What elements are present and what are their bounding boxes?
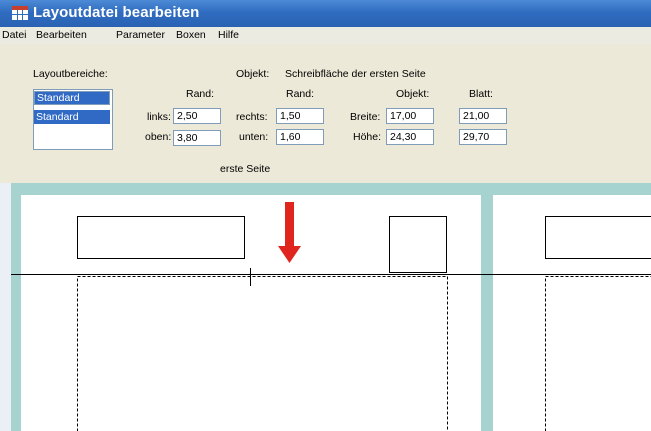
layout-areas-label: Layoutbereiche:: [33, 68, 108, 80]
margin-header-right: Rand:: [286, 88, 315, 100]
writing-area-second-page[interactable]: [545, 276, 651, 431]
layout-area-combo[interactable]: Standard: [34, 91, 110, 105]
menu-datei[interactable]: Datei: [2, 29, 27, 41]
menu-parameter[interactable]: Parameter: [116, 29, 165, 41]
page-overlay: [11, 202, 651, 431]
sheet-width-field[interactable]: 21,00: [459, 108, 507, 124]
width-label: Breite:: [350, 111, 381, 123]
object-header: Objekt:: [396, 88, 430, 100]
top-margin-label: oben:: [145, 131, 172, 143]
object-width-field[interactable]: 17,00: [386, 108, 434, 124]
page-caption: erste Seite: [220, 163, 271, 175]
writing-area-first-page[interactable]: [77, 276, 448, 431]
top-margin-field[interactable]: 3,80: [173, 130, 221, 146]
object-label: Objekt:: [236, 68, 270, 80]
object-name: Schreibfläche der ersten Seite: [285, 68, 426, 80]
layout-area-item[interactable]: Standard: [34, 110, 110, 124]
window-title: Layoutdatei bearbeiten: [33, 4, 200, 21]
right-margin-field[interactable]: 1,50: [276, 108, 324, 124]
header-box-right[interactable]: [389, 216, 447, 273]
sheet-header: Blatt:: [469, 88, 493, 100]
menu-bearbeiten[interactable]: Bearbeiten: [36, 29, 87, 41]
header-box-left[interactable]: [77, 216, 245, 259]
app-window: Layoutdatei bearbeiten Datei Bearbeiten …: [0, 0, 651, 431]
height-label: Höhe:: [353, 131, 382, 143]
left-margin-label: links:: [147, 111, 171, 123]
left-margin-field[interactable]: 2,50: [173, 108, 221, 124]
title-bar[interactable]: Layoutdatei bearbeiten: [0, 0, 651, 27]
menu-bar: Datei Bearbeiten Parameter Boxen Hilfe: [0, 27, 651, 45]
sheet-height-field[interactable]: 29,70: [459, 129, 507, 145]
bottom-margin-field[interactable]: 1,60: [276, 129, 324, 145]
object-height-field[interactable]: 24,30: [386, 129, 434, 145]
margin-header-left: Rand:: [186, 88, 215, 100]
menu-boxen[interactable]: Boxen: [176, 29, 206, 41]
table-app-icon: [12, 6, 28, 20]
menu-hilfe[interactable]: Hilfe: [218, 29, 239, 41]
bottom-margin-label: unten:: [239, 131, 269, 143]
right-margin-label: rechts:: [236, 111, 268, 123]
red-down-arrow-icon: [278, 202, 301, 263]
second-page-header-box[interactable]: [545, 216, 651, 259]
